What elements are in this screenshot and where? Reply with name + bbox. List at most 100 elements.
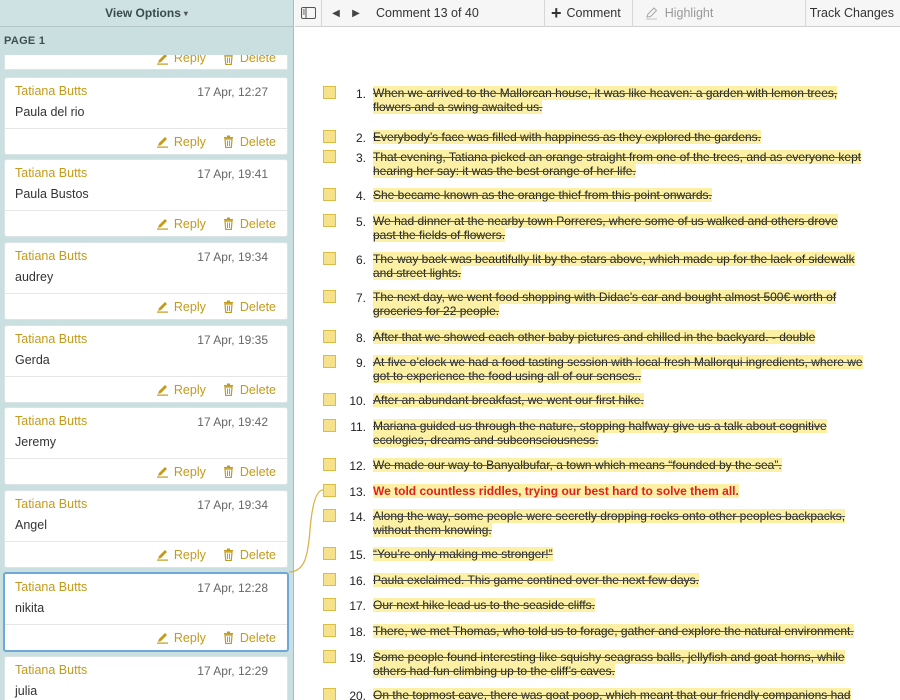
- comment-author: Tatiana Butts: [15, 166, 88, 180]
- comment-marker[interactable]: [323, 393, 336, 406]
- delete-button[interactable]: Delete: [222, 135, 276, 149]
- comment-card[interactable]: Tatiana Butts 17 Apr, 19:41 Paula Bustos Re…: [4, 159, 288, 237]
- comment-marker[interactable]: [323, 624, 336, 637]
- list-item[interactable]: After an abundant breakfast, we went our…: [373, 393, 863, 408]
- list-item[interactable]: We made our way to Banyalbufar, a town w…: [373, 458, 863, 473]
- delete-button[interactable]: Delete: [222, 217, 276, 231]
- reply-button[interactable]: Reply: [156, 135, 206, 149]
- list-item[interactable]: Paula exclaimed. This game contined over…: [373, 573, 863, 588]
- highlight-button[interactable]: Highlight: [631, 0, 728, 27]
- view-options-dropdown[interactable]: View Options ▾: [105, 6, 188, 20]
- comment-card[interactable]: Tatiana Butts 17 Apr, 19:34 Angel Reply Dele…: [4, 490, 288, 568]
- comment-date: 17 Apr, 12:27: [197, 85, 268, 99]
- comment-marker[interactable]: [323, 573, 336, 586]
- list-item[interactable]: That evening, Tatiana picked an orange s…: [373, 150, 863, 178]
- list-item[interactable]: On the topmost cave, there was goat poop…: [373, 688, 863, 700]
- comment-header: Tatiana Butts 17 Apr, 12:28 nikita: [5, 574, 287, 624]
- reply-button[interactable]: Reply: [156, 55, 206, 65]
- list-item[interactable]: The next day, we went food shopping with…: [373, 290, 863, 318]
- list-item[interactable]: Mariana guided us through the nature, st…: [373, 419, 863, 447]
- list-item[interactable]: At five o’clock we had a food tasting se…: [373, 355, 863, 383]
- comment-marker[interactable]: [323, 484, 336, 497]
- list-item[interactable]: We told countless riddles, trying our be…: [373, 484, 863, 499]
- comment-marker[interactable]: [323, 252, 336, 265]
- comment-body: Jeremy: [15, 435, 56, 449]
- comment-marker[interactable]: [323, 290, 336, 303]
- comment-marker[interactable]: [323, 330, 336, 343]
- comment-author: Tatiana Butts: [15, 580, 88, 594]
- comment-marker[interactable]: [323, 419, 336, 432]
- list-item[interactable]: The way back was beautifully lit by the …: [373, 252, 863, 280]
- list-item[interactable]: “You’re only making me stronger!”: [373, 547, 863, 562]
- triangle-left-icon: ◀: [332, 7, 340, 19]
- highlighted-text: “You’re only making me stronger!”: [373, 547, 553, 561]
- comment-header: Tatiana Butts 17 Apr, 19:42 Jeremy: [5, 408, 287, 458]
- comment-body: audrey: [15, 270, 54, 284]
- list-item[interactable]: Everybody’s face was filled with happine…: [373, 130, 863, 145]
- comment-date: 17 Apr, 19:34: [197, 250, 268, 264]
- highlighted-text: We had dinner at the nearby town Porrere…: [373, 214, 838, 242]
- reply-button[interactable]: Reply: [156, 631, 206, 645]
- previous-comment-button[interactable]: ◀: [326, 0, 346, 27]
- list-item[interactable]: Our next hike lead us to the seaside cli…: [373, 598, 863, 613]
- list-item[interactable]: After that we showed each other baby pic…: [373, 330, 863, 345]
- list-number: 4.: [355, 189, 366, 203]
- pencil-icon: [156, 219, 168, 230]
- sidebar-toggle-button[interactable]: [295, 0, 322, 27]
- comment-card[interactable]: Tatiana Butts 17 Apr, 19:35 Gerda Reply Dele…: [4, 325, 288, 403]
- comment-marker[interactable]: [323, 547, 336, 560]
- pencil-icon: [156, 302, 168, 313]
- comment-marker[interactable]: [323, 355, 336, 368]
- highlighted-text: After that we showed each other baby pic…: [373, 330, 816, 344]
- comment-marker[interactable]: [323, 214, 336, 227]
- delete-button[interactable]: Delete: [222, 631, 276, 645]
- delete-label: Delete: [239, 55, 276, 65]
- comment-actions: Reply Delete: [5, 128, 287, 154]
- list-item[interactable]: We had dinner at the nearby town Porrere…: [373, 214, 863, 242]
- reply-button[interactable]: Reply: [156, 217, 206, 231]
- list-number: 11.: [350, 420, 366, 434]
- comment-marker[interactable]: [323, 130, 336, 143]
- comment-marker[interactable]: [323, 650, 336, 663]
- comment-body: Gerda: [15, 353, 50, 367]
- comment-author: Tatiana Butts: [15, 663, 88, 677]
- next-comment-button[interactable]: ▶: [346, 0, 366, 27]
- list-item[interactable]: Some people found interesting like squis…: [373, 650, 863, 678]
- comment-marker[interactable]: [323, 458, 336, 471]
- reply-button[interactable]: Reply: [156, 548, 206, 562]
- delete-button[interactable]: Delete: [222, 55, 276, 65]
- track-changes-button[interactable]: Track Changes: [804, 0, 900, 27]
- list-item[interactable]: Along the way, some people were secretly…: [373, 509, 863, 537]
- comment-card[interactable]: Tatiana Butts17 Apr, 12:29juliaReplyDele…: [4, 656, 288, 700]
- add-comment-button[interactable]: + Comment: [544, 0, 632, 27]
- list-number: 10.: [349, 394, 366, 408]
- comment-marker[interactable]: [323, 188, 336, 201]
- comment-card[interactable]: Tatiana Butts 17 Apr, 19:34 audrey Reply Del…: [4, 242, 288, 320]
- list-item[interactable]: There, we met Thomas, who told us to for…: [373, 624, 863, 639]
- list-number: 2.: [355, 131, 366, 145]
- highlighter-icon: [645, 6, 657, 20]
- list-item[interactable]: She became known as the orange thief fro…: [373, 188, 863, 203]
- highlighted-text: Mariana guided us through the nature, st…: [373, 419, 827, 447]
- trash-icon: [224, 55, 233, 65]
- comment-marker[interactable]: [323, 150, 336, 163]
- delete-button[interactable]: Delete: [222, 465, 276, 479]
- list-number: 14.: [349, 510, 366, 524]
- delete-button[interactable]: Delete: [222, 383, 276, 397]
- comment-header: Tatiana Butts 17 Apr, 19:34 Angel: [5, 491, 287, 541]
- comment-marker[interactable]: [323, 509, 336, 522]
- reply-button[interactable]: Reply: [156, 465, 206, 479]
- list-item[interactable]: When we arrived to the Mallorcan house, …: [373, 86, 863, 114]
- comment-card[interactable]: Tatiana Butts 17 Apr, 12:27 Paula del rio R…: [4, 77, 288, 155]
- comment-marker[interactable]: [323, 598, 336, 611]
- comment-date: 17 Apr, 19:42: [197, 415, 268, 429]
- comment-marker[interactable]: [323, 688, 336, 700]
- reply-button[interactable]: Reply: [156, 300, 206, 314]
- comment-card[interactable]: Tatiana Butts 17 Apr, 12:28 nikita Reply Del…: [3, 572, 289, 652]
- comment-marker[interactable]: [323, 86, 336, 99]
- reply-button[interactable]: Reply: [156, 383, 206, 397]
- delete-button[interactable]: Delete: [222, 300, 276, 314]
- comment-date: 17 Apr, 19:34: [197, 498, 268, 512]
- comment-card[interactable]: Tatiana Butts 17 Apr, 19:42 Jeremy Reply Del…: [4, 407, 288, 485]
- delete-button[interactable]: Delete: [222, 548, 276, 562]
